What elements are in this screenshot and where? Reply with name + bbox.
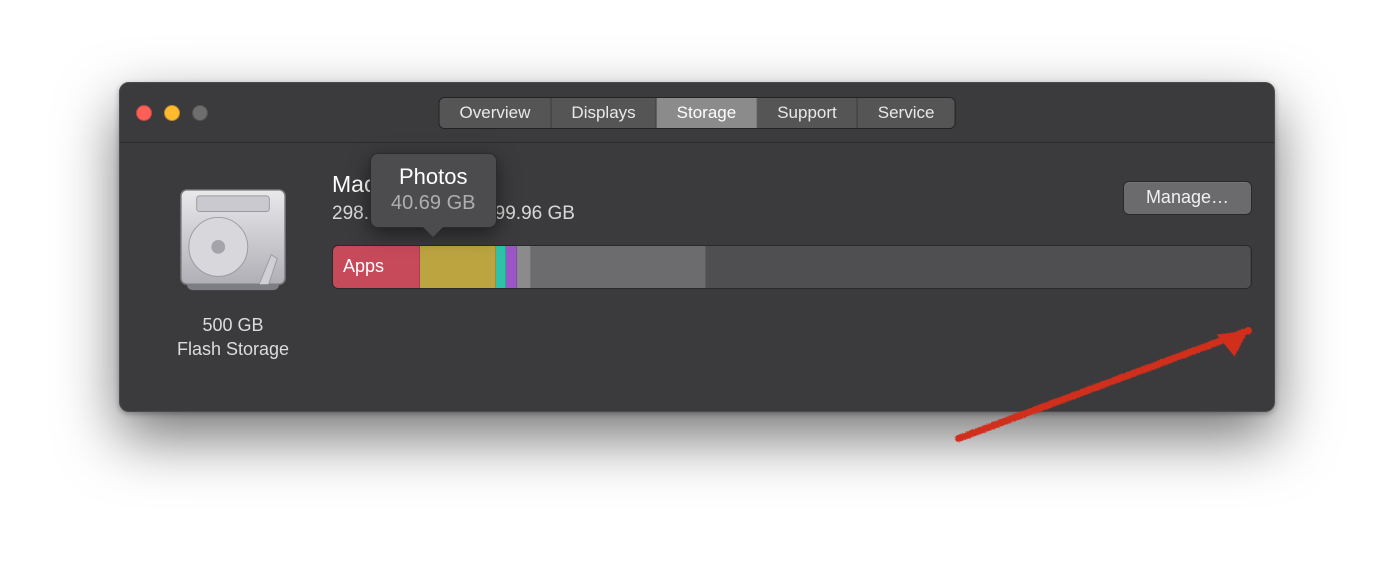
drive-icon	[168, 171, 298, 301]
tab-support[interactable]: Support	[757, 98, 858, 128]
traffic-lights	[136, 105, 208, 121]
tab-service[interactable]: Service	[858, 98, 955, 128]
about-this-mac-window: OverviewDisplaysStorageSupportService Ph…	[119, 82, 1275, 412]
drive-capacity-line2: Flash Storage	[177, 337, 289, 361]
storage-segment-3[interactable]	[506, 246, 516, 288]
storage-content: 500 GB Flash Storage Mac 298.. . .. . . …	[120, 143, 1274, 380]
drive-capacity-label: 500 GB Flash Storage	[177, 313, 289, 362]
manage-button[interactable]: Manage…	[1123, 181, 1252, 215]
minimize-icon[interactable]	[164, 105, 180, 121]
tab-displays[interactable]: Displays	[551, 98, 656, 128]
storage-segment-0[interactable]: Apps	[333, 246, 420, 288]
titlebar: OverviewDisplaysStorageSupportService	[120, 83, 1274, 143]
drive-column: 500 GB Flash Storage	[138, 161, 328, 362]
tooltip-value: 40.69 GB	[391, 192, 476, 215]
storage-segment-1[interactable]	[420, 246, 496, 288]
tab-overview[interactable]: Overview	[440, 98, 552, 128]
tooltip-title: Photos	[391, 164, 476, 190]
storage-segment-6[interactable]	[706, 246, 1251, 288]
zoom-icon[interactable]	[192, 105, 208, 121]
storage-segment-4[interactable]	[517, 246, 532, 288]
storage-segment-tooltip: Photos 40.69 GB	[370, 153, 497, 228]
storage-bar[interactable]: Apps	[332, 245, 1252, 289]
annotation-arrow	[948, 316, 1278, 446]
close-icon[interactable]	[136, 105, 152, 121]
tab-storage[interactable]: Storage	[657, 98, 758, 128]
drive-capacity-line1: 500 GB	[177, 313, 289, 337]
storage-segment-5[interactable]	[531, 246, 705, 288]
tab-bar: OverviewDisplaysStorageSupportService	[439, 97, 956, 129]
storage-segment-2[interactable]	[496, 246, 506, 288]
